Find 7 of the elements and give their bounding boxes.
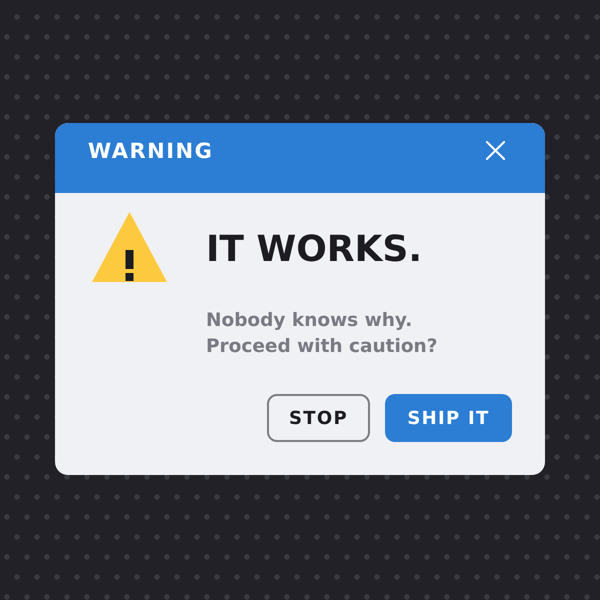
confirm-button[interactable]: SHIP IT bbox=[385, 394, 512, 442]
dialog-message: Nobody knows why. Proceed with caution? bbox=[206, 309, 438, 359]
dialog-heading: IT WORKS. bbox=[206, 228, 424, 272]
cancel-button[interactable]: STOP bbox=[267, 394, 370, 442]
warning-icon bbox=[92, 212, 167, 282]
dialog-title: WARNING bbox=[88, 138, 214, 162]
close-icon[interactable] bbox=[486, 140, 505, 160]
